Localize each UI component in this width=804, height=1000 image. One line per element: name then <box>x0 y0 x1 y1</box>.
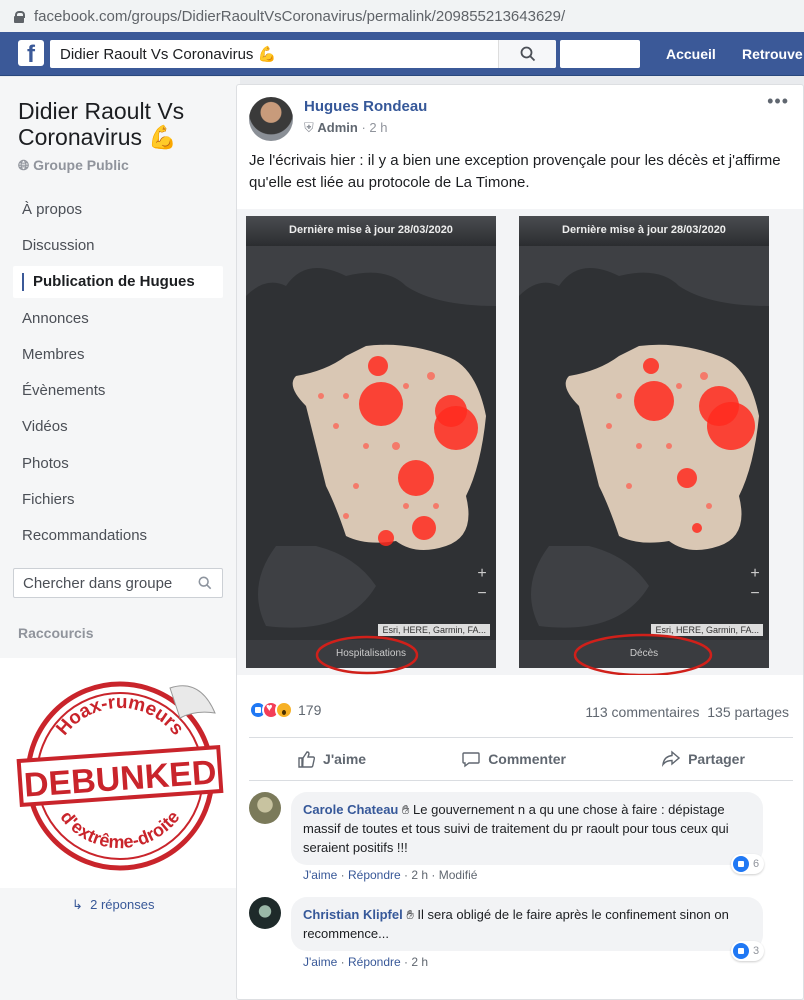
nav-find-friends[interactable]: Retrouve <box>742 46 803 62</box>
facebook-logo-icon[interactable]: f <box>18 40 44 66</box>
sidebar-item-recommendations[interactable]: Recommandations <box>22 527 147 544</box>
sidebar-item-announcements[interactable]: Annonces <box>22 310 89 327</box>
comment-bubble: Carole Chateau ✋︎ Le gouvernement n a qu… <box>291 792 763 865</box>
share-icon <box>662 750 681 767</box>
lock-icon <box>14 10 25 23</box>
sidebar-item-about[interactable]: À propos <box>22 201 82 218</box>
hand-icon: ✋︎ <box>402 802 410 817</box>
sidebar-item-members[interactable]: Membres <box>22 346 85 363</box>
reactions-summary[interactable]: 179 <box>249 701 321 719</box>
group-type: 🌐︎ Groupe Public <box>18 157 129 173</box>
comment-actions: J'aime · Répondre · 2 h · Modifié <box>303 868 478 882</box>
thumbs-up-icon <box>298 751 316 768</box>
sidebar-item-files[interactable]: Fichiers <box>22 491 75 508</box>
shield-icon: ⛨ <box>304 120 314 135</box>
sidebar-item-photos[interactable]: Photos <box>22 455 69 472</box>
group-name[interactable]: Didier Raoult Vs Coronavirus 💪 <box>18 98 218 150</box>
view-replies-link[interactable]: ↳ 2 réponses <box>72 897 154 913</box>
comment: Carole Chateau ✋︎ Le gouvernement n a qu… <box>249 792 789 886</box>
search-button[interactable] <box>498 40 556 68</box>
comment-reply-link[interactable]: Répondre <box>348 955 401 969</box>
comment-icon <box>462 752 480 768</box>
top-bar: f Didier Raoult Vs Coronavirus 💪 Accueil… <box>0 32 804 76</box>
search-icon <box>520 46 536 62</box>
like-button[interactable]: J'aime <box>297 750 366 768</box>
more-options-icon[interactable]: ••• <box>767 91 789 112</box>
post-actions: J'aime Commenter Partager <box>249 737 793 781</box>
comments-count[interactable]: 113 commentaires <box>585 704 699 720</box>
comment-time[interactable]: 2 h <box>411 868 428 882</box>
post-card: Hugues Rondeau ⛨ Admin · 2 h ••• Je l'éc… <box>236 84 804 1000</box>
commenter-avatar[interactable] <box>249 897 281 929</box>
comment-reply-link[interactable]: Répondre <box>348 868 401 882</box>
post-stats: 113 commentaires 135 partages <box>585 704 789 720</box>
profile-box[interactable] <box>560 40 640 68</box>
sidebar-item-publication[interactable]: Publication de Hugues <box>13 266 223 298</box>
commenter-avatar[interactable] <box>249 792 281 824</box>
comment-button[interactable]: Commenter <box>462 750 566 768</box>
comment-author[interactable]: Carole Chateau <box>303 802 398 817</box>
sidebar-item-discussion[interactable]: Discussion <box>22 237 95 254</box>
post-author[interactable]: Hugues Rondeau <box>304 98 427 115</box>
sidebar-item-events[interactable]: Évènements <box>22 382 105 399</box>
search-icon <box>198 576 212 590</box>
search-input[interactable]: Didier Raoult Vs Coronavirus 💪 <box>50 40 556 68</box>
wow-reaction-icon <box>275 701 293 719</box>
comment-edited[interactable]: Modifié <box>439 868 478 882</box>
share-button[interactable]: Partager <box>662 750 745 768</box>
like-reaction-icon <box>733 943 749 959</box>
comment-author[interactable]: Christian Klipfel <box>303 907 403 922</box>
debunked-stamp: Hoax-rumeurs DEBUNKED d'extrême-droite <box>0 658 240 888</box>
like-reaction-icon <box>733 856 749 872</box>
admin-badge: Admin <box>317 120 358 135</box>
shares-count[interactable]: 135 partages <box>707 704 789 720</box>
comment-likes-badge[interactable]: 6 <box>731 854 765 874</box>
post-text: Je l'écrivais hier : il y a bien une exc… <box>249 152 781 191</box>
shortcuts-heading: Raccourcis <box>18 625 94 641</box>
annotation-ellipses <box>315 633 713 675</box>
comment-time[interactable]: 2 h <box>411 955 428 969</box>
address-bar[interactable]: facebook.com/groups/DidierRaoultVsCorona… <box>0 0 804 32</box>
post-images[interactable]: Dernière mise à jour 28/03/2020 + − Esri… <box>237 209 803 675</box>
comment-like-link[interactable]: J'aime <box>303 955 337 969</box>
comment-like-link[interactable]: J'aime <box>303 868 337 882</box>
comment-actions: J'aime · Répondre · 2 h <box>303 955 429 969</box>
author-avatar[interactable] <box>249 97 293 141</box>
url-text[interactable]: facebook.com/groups/DidierRaoultVsCorona… <box>34 8 565 25</box>
hand-icon: ✋︎ <box>406 907 414 922</box>
nav-home[interactable]: Accueil <box>666 46 716 62</box>
sidebar-item-videos[interactable]: Vidéos <box>22 418 68 435</box>
post-meta: ⛨ Admin · 2 h <box>304 120 388 135</box>
reply-arrow-icon: ↳ <box>72 897 83 912</box>
reactions-count: 179 <box>298 702 322 718</box>
globe-icon: 🌐︎ <box>18 157 30 173</box>
post-time[interactable]: 2 h <box>369 120 387 135</box>
comment: Christian Klipfel ✋︎ Il sera obligé de l… <box>249 897 789 977</box>
group-search-input[interactable]: Chercher dans groupe <box>13 568 223 598</box>
comment-bubble: Christian Klipfel ✋︎ Il sera obligé de l… <box>291 897 763 951</box>
comment-likes-badge[interactable]: 3 <box>731 941 765 961</box>
